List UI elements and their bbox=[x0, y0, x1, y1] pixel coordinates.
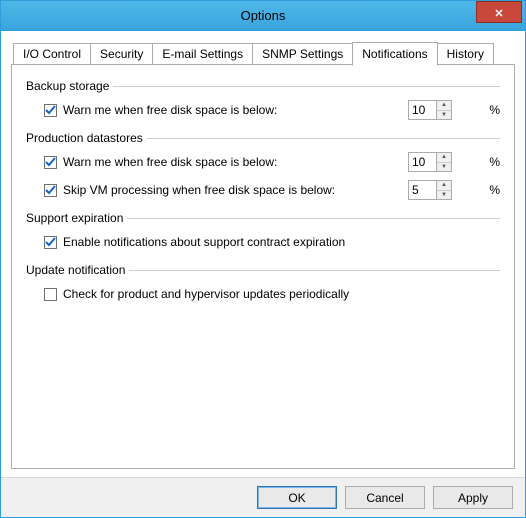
dialog-footer: OK Cancel Apply bbox=[1, 477, 525, 517]
spinner-prod-skip: ▲ ▼ bbox=[408, 180, 452, 200]
input-prod-warn-value[interactable] bbox=[408, 152, 436, 172]
chevron-up-icon: ▲ bbox=[441, 102, 447, 108]
unit-backup-warn: % bbox=[470, 103, 500, 117]
cancel-button[interactable]: Cancel bbox=[345, 486, 425, 509]
divider bbox=[127, 218, 500, 219]
group-title-production-datastores: Production datastores bbox=[26, 131, 143, 145]
divider bbox=[113, 86, 500, 87]
spinner-down-button[interactable]: ▼ bbox=[437, 191, 451, 200]
chevron-down-icon: ▼ bbox=[441, 164, 447, 170]
checkbox-update-check[interactable] bbox=[44, 288, 57, 301]
tab-snmp-settings[interactable]: SNMP Settings bbox=[252, 43, 353, 64]
tab-io-control[interactable]: I/O Control bbox=[13, 43, 91, 64]
checkbox-support-enable[interactable] bbox=[44, 236, 57, 249]
row-update-check: Check for product and hypervisor updates… bbox=[26, 283, 500, 305]
unit-prod-skip: % bbox=[470, 183, 500, 197]
tab-history[interactable]: History bbox=[437, 43, 494, 64]
group-title-support-expiration: Support expiration bbox=[26, 211, 123, 225]
spinner-up-button[interactable]: ▲ bbox=[437, 153, 451, 163]
titlebar: Options bbox=[1, 1, 525, 31]
row-prod-skip: Skip VM processing when free disk space … bbox=[26, 179, 500, 201]
spinner-down-button[interactable]: ▼ bbox=[437, 111, 451, 120]
client-area: I/O Control Security E-mail Settings SNM… bbox=[1, 31, 525, 477]
group-update-notification: Update notification Check for product an… bbox=[26, 263, 500, 305]
tabstrip: I/O Control Security E-mail Settings SNM… bbox=[11, 41, 515, 64]
divider bbox=[129, 270, 500, 271]
group-backup-storage: Backup storage Warn me when free disk sp… bbox=[26, 79, 500, 121]
label-prod-skip: Skip VM processing when free disk space … bbox=[63, 183, 335, 197]
row-backup-warn: Warn me when free disk space is below: ▲… bbox=[26, 99, 500, 121]
checkmark-icon bbox=[45, 157, 56, 168]
checkmark-icon bbox=[45, 185, 56, 196]
group-title-backup-storage: Backup storage bbox=[26, 79, 109, 93]
close-button[interactable] bbox=[476, 1, 522, 23]
group-production-datastores: Production datastores Warn me when free … bbox=[26, 131, 500, 201]
spinner-backup-warn: ▲ ▼ bbox=[408, 100, 452, 120]
checkmark-icon bbox=[45, 105, 56, 116]
unit-prod-warn: % bbox=[470, 155, 500, 169]
ok-button[interactable]: OK bbox=[257, 486, 337, 509]
tab-panel-notifications: Backup storage Warn me when free disk sp… bbox=[11, 64, 515, 469]
spinner-down-button[interactable]: ▼ bbox=[437, 163, 451, 172]
tab-security[interactable]: Security bbox=[90, 43, 153, 64]
label-backup-warn: Warn me when free disk space is below: bbox=[63, 103, 277, 117]
window-title: Options bbox=[1, 8, 525, 23]
label-update-check: Check for product and hypervisor updates… bbox=[63, 287, 349, 301]
spinner-up-button[interactable]: ▲ bbox=[437, 181, 451, 191]
group-support-expiration: Support expiration Enable notifications … bbox=[26, 211, 500, 253]
chevron-down-icon: ▼ bbox=[441, 192, 447, 198]
tab-notifications[interactable]: Notifications bbox=[352, 42, 437, 66]
spinner-up-button[interactable]: ▲ bbox=[437, 101, 451, 111]
chevron-up-icon: ▲ bbox=[441, 154, 447, 160]
checkbox-prod-warn[interactable] bbox=[44, 156, 57, 169]
chevron-up-icon: ▲ bbox=[441, 182, 447, 188]
checkbox-prod-skip[interactable] bbox=[44, 184, 57, 197]
checkbox-backup-warn[interactable] bbox=[44, 104, 57, 117]
row-prod-warn: Warn me when free disk space is below: ▲… bbox=[26, 151, 500, 173]
close-icon bbox=[494, 5, 503, 20]
tab-email-settings[interactable]: E-mail Settings bbox=[152, 43, 253, 64]
row-support-enable: Enable notifications about support contr… bbox=[26, 231, 500, 253]
group-title-update-notification: Update notification bbox=[26, 263, 125, 277]
chevron-down-icon: ▼ bbox=[441, 112, 447, 118]
options-dialog: Options I/O Control Security E-mail Sett… bbox=[0, 0, 526, 518]
apply-button[interactable]: Apply bbox=[433, 486, 513, 509]
label-prod-warn: Warn me when free disk space is below: bbox=[63, 155, 277, 169]
input-prod-skip-value[interactable] bbox=[408, 180, 436, 200]
label-support-enable: Enable notifications about support contr… bbox=[63, 235, 345, 249]
input-backup-warn-value[interactable] bbox=[408, 100, 436, 120]
checkmark-icon bbox=[45, 237, 56, 248]
divider bbox=[147, 138, 500, 139]
spinner-prod-warn: ▲ ▼ bbox=[408, 152, 452, 172]
